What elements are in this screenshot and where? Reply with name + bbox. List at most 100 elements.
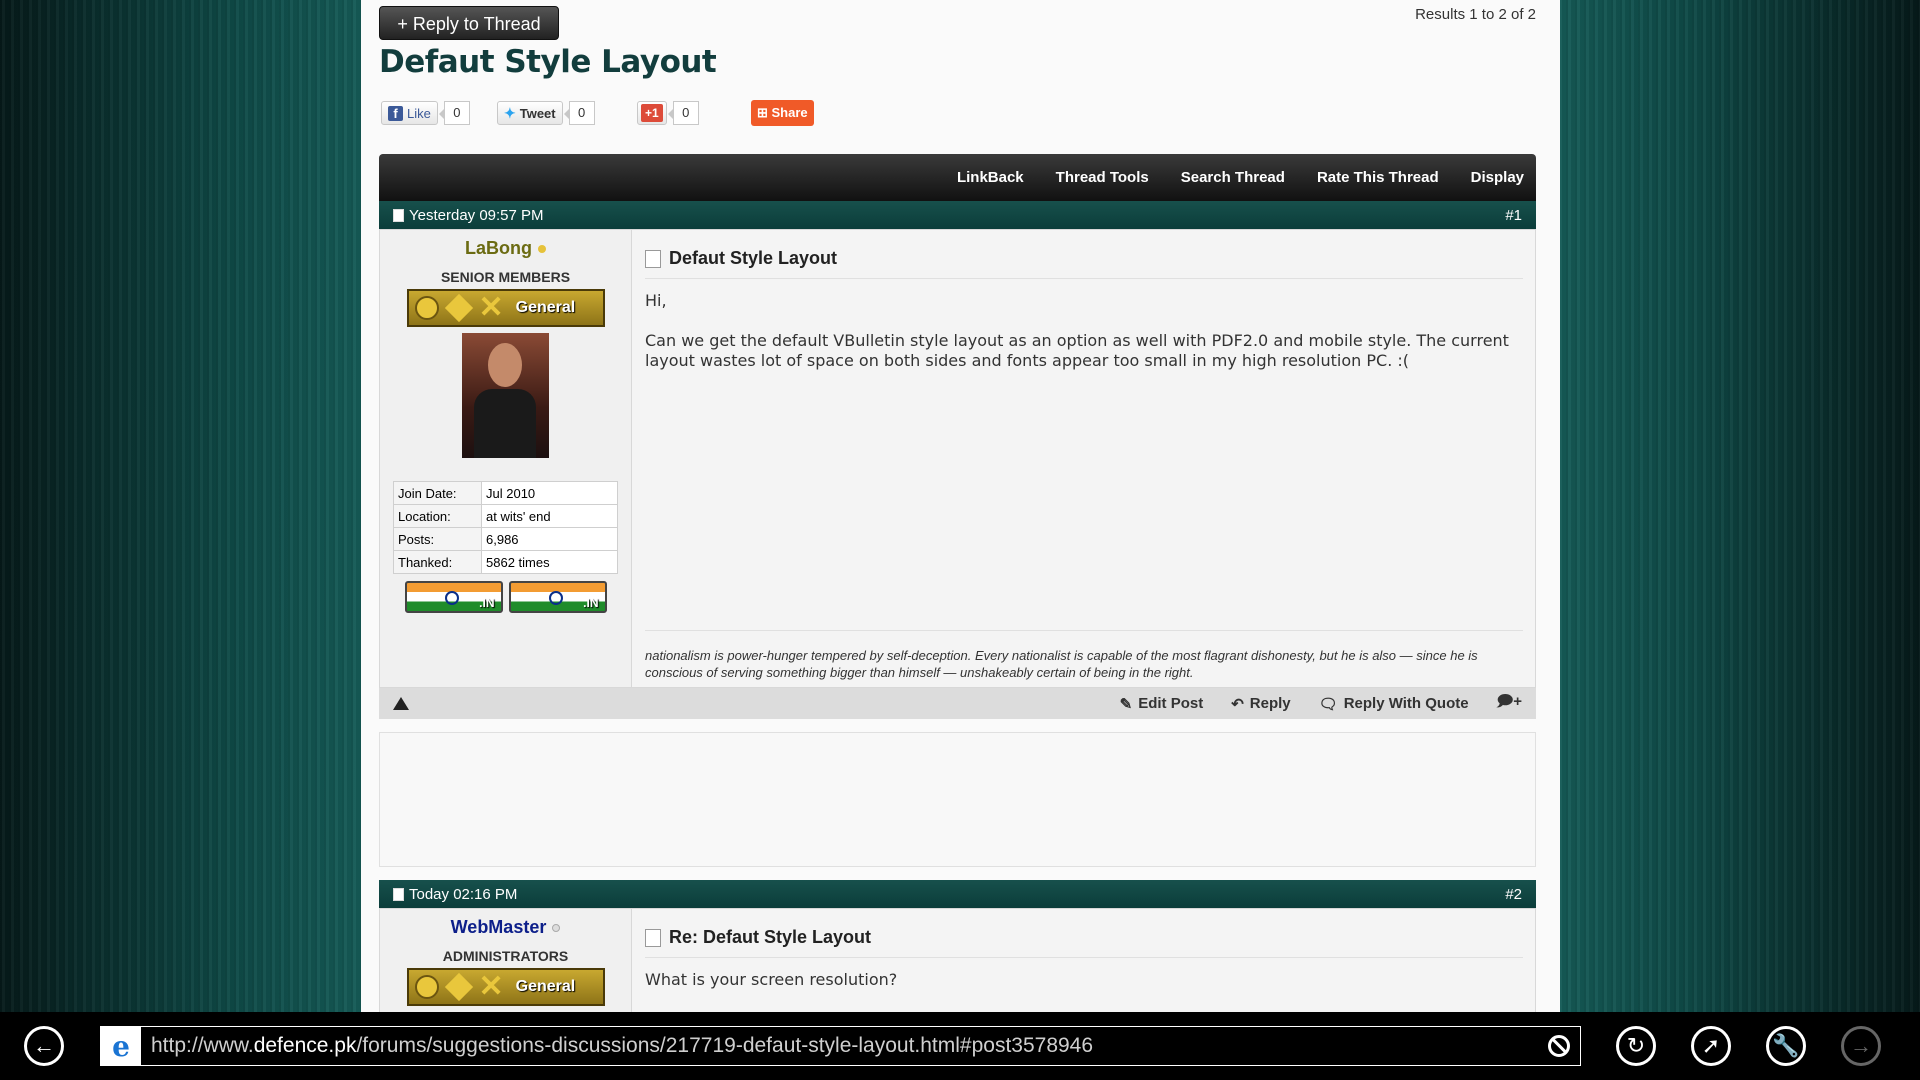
gplus-count: 0 — [667, 101, 699, 125]
post-body: Hi, Can we get the default VBulletin sty… — [645, 291, 1523, 371]
post-header: Today 02:16 PM #2 — [379, 880, 1536, 908]
page-tools-icon[interactable]: 🔧 — [1766, 1026, 1806, 1066]
reply-with-quote-button[interactable]: 🗨 Reply With Quote — [1319, 695, 1469, 713]
rank-badge: ✕ General — [406, 968, 605, 1006]
post-content: Re: Defaut Style Layout What is your scr… — [645, 909, 1523, 1010]
user-title: SENIOR MEMBERS — [440, 269, 571, 285]
rank-swords-icon: ✕ — [478, 970, 504, 1003]
rank-label: General — [515, 978, 576, 995]
forward-arrow-icon[interactable]: → — [1841, 1026, 1881, 1066]
user-title: ADMINISTRATORS — [442, 948, 569, 964]
report-post-icon[interactable] — [393, 697, 409, 710]
post-date: Today 02:16 PM — [409, 885, 518, 903]
stat-key: Posts: — [393, 527, 482, 551]
post-body: What is your screen resolution? — [645, 970, 1523, 990]
reply-to-thread-button[interactable]: + Reply to Thread — [379, 6, 559, 40]
refresh-icon[interactable]: ↻ — [1616, 1026, 1656, 1066]
post: WebMaster ADMINISTRATORS ✕ General Re: D… — [379, 908, 1536, 1012]
url-host: defence.pk — [253, 1034, 357, 1057]
twitter-icon: ✦ — [504, 104, 516, 121]
reply-arrow-icon: ↶ — [1231, 695, 1244, 713]
stat-value: 6,986 — [481, 527, 618, 551]
like-label: Like — [407, 105, 431, 121]
address-field[interactable]: e http://www.defence.pk/forums/suggestio… — [100, 1026, 1581, 1066]
share-plus-icon: ⊞ — [757, 105, 772, 120]
toolbar-search-thread[interactable]: Search Thread — [1181, 169, 1285, 186]
user-info-panel: LaBong SENIOR MEMBERS ✕ General Join Dat… — [380, 230, 632, 687]
post-header: Yesterday 09:57 PM #1 — [379, 201, 1536, 229]
stop-icon[interactable] — [1548, 1035, 1570, 1057]
stat-key: Thanked: — [393, 550, 482, 574]
ie-logo-icon: e — [101, 1027, 141, 1065]
facebook-icon: f — [388, 105, 403, 121]
offline-status-icon — [552, 924, 561, 933]
facebook-like[interactable]: f Like 0 — [381, 101, 470, 125]
post-title: Re: Defaut Style Layout — [645, 927, 1523, 958]
tweet-count: 0 — [563, 101, 595, 125]
post-icon — [645, 249, 661, 268]
toolbar-thread-tools[interactable]: Thread Tools — [1056, 169, 1149, 186]
url-prefix: http://www. — [151, 1034, 254, 1057]
post: LaBong SENIOR MEMBERS ✕ General Join Dat… — [379, 229, 1536, 688]
india-flag-badge: .IN — [508, 581, 607, 613]
post-text: Hi, — [645, 291, 667, 310]
stat-key: Location: — [393, 504, 482, 528]
rank-medal-icon — [414, 296, 439, 320]
pin-icon[interactable]: ➚ — [1691, 1026, 1731, 1066]
post-number-link[interactable]: #2 — [1505, 886, 1522, 903]
document-icon — [393, 208, 404, 222]
results-count: Results 1 to 2 of 2 — [1415, 6, 1536, 23]
username: LaBong — [465, 238, 532, 258]
username: WebMaster — [450, 917, 547, 937]
post-footer: ✎ Edit Post ↶ Reply 🗨 Reply With Quote 🗩+ — [379, 688, 1536, 719]
avatar[interactable] — [462, 333, 549, 458]
thread-toolbar: LinkBack Thread Tools Search Thread Rate… — [379, 154, 1536, 201]
url-text: http://www.defence.pk/forums/suggestions… — [151, 1034, 1093, 1058]
post-title: Defaut Style Layout — [645, 248, 1523, 279]
flag-badges: .IN .IN — [380, 581, 631, 613]
signature: nationalism is power-hunger tempered by … — [645, 630, 1523, 681]
document-icon — [393, 887, 404, 901]
tweet-button[interactable]: ✦ Tweet 0 — [497, 101, 595, 125]
multi-quote-button[interactable]: 🗩+ — [1497, 691, 1522, 716]
quote-bubble-icon: 🗨 — [1318, 695, 1338, 713]
stat-value: 5862 times — [481, 550, 618, 574]
multi-quote-icon: 🗩+ — [1496, 693, 1522, 710]
rank-diamond-icon — [444, 293, 473, 323]
forum-page: + Reply to Thread Results 1 to 2 of 2 De… — [361, 0, 1560, 1012]
post-icon — [645, 928, 661, 947]
post-content: Defaut Style Layout Hi, Can we get the d… — [645, 230, 1523, 391]
rank-diamond-icon — [444, 972, 473, 1002]
share-label: Share — [771, 105, 808, 120]
url-path: /forums/suggestions-discussions/217719-d… — [356, 1034, 1094, 1057]
gplus-button[interactable]: +1 0 — [637, 101, 699, 125]
reply-button[interactable]: ↶ Reply — [1231, 695, 1290, 713]
stat-value: at wits' end — [481, 504, 618, 528]
browser-address-bar: ← e http://www.defence.pk/forums/suggest… — [0, 1012, 1920, 1080]
username-link[interactable]: LaBong — [380, 238, 631, 259]
post-title-text: Re: Defaut Style Layout — [669, 927, 872, 947]
rank-label: General — [515, 299, 576, 316]
reply-quote-label: Reply With Quote — [1343, 695, 1469, 712]
toolbar-linkback[interactable]: LinkBack — [957, 169, 1024, 186]
user-info-panel: WebMaster ADMINISTRATORS ✕ General — [380, 909, 632, 1012]
ad-space — [379, 732, 1536, 867]
share-button[interactable]: ⊞ Share — [751, 100, 814, 126]
rank-medal-icon — [414, 975, 439, 999]
tweet-label: Tweet — [519, 105, 556, 121]
toolbar-display[interactable]: Display — [1471, 169, 1524, 186]
post-text: Can we get the default VBulletin style l… — [645, 331, 1509, 370]
back-arrow-icon[interactable]: ← — [24, 1026, 64, 1066]
rank-badge: ✕ General — [406, 289, 605, 327]
thread-title: Defaut Style Layout — [379, 44, 717, 80]
stat-value: Jul 2010 — [481, 481, 618, 505]
username-link[interactable]: WebMaster — [380, 917, 631, 938]
post-title-text: Defaut Style Layout — [669, 248, 838, 268]
india-flag-badge: .IN — [404, 581, 503, 613]
like-count: 0 — [438, 101, 470, 125]
post-number-link[interactable]: #1 — [1505, 207, 1522, 224]
gplus-icon: +1 — [641, 104, 663, 122]
toolbar-rate-thread[interactable]: Rate This Thread — [1317, 169, 1439, 186]
edit-post-button[interactable]: ✎ Edit Post — [1120, 695, 1204, 713]
stat-key: Join Date: — [393, 481, 482, 505]
